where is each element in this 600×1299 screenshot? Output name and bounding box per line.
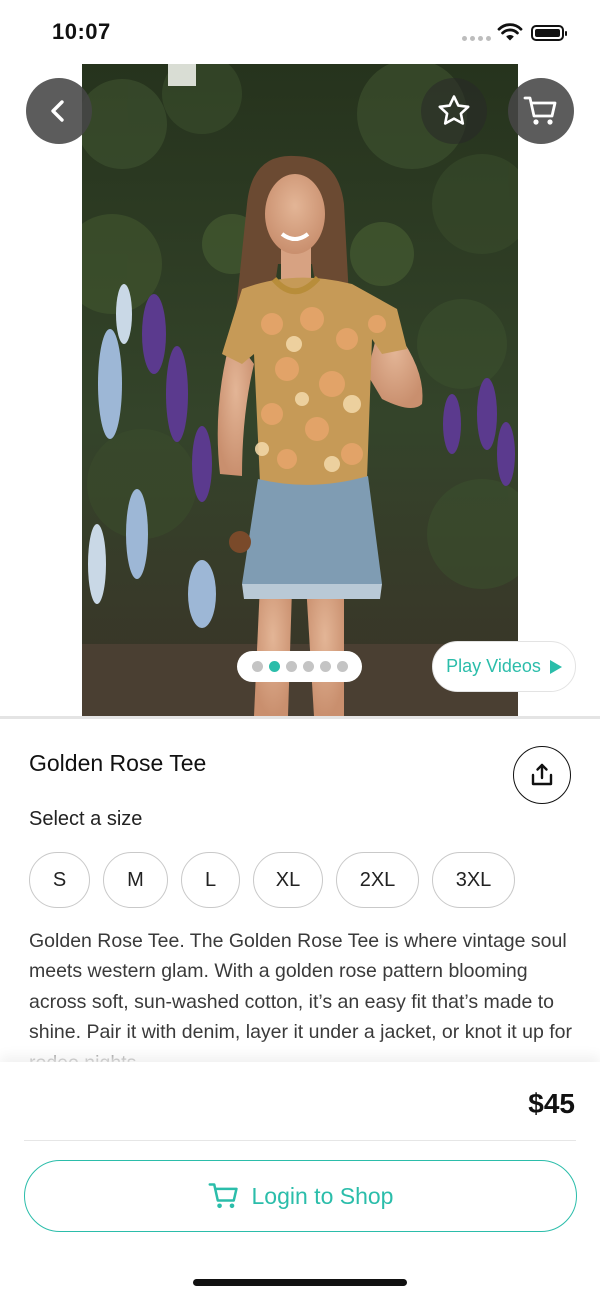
wifi-icon — [497, 23, 523, 41]
size-chip-l[interactable]: L — [181, 852, 240, 908]
price-divider — [24, 1140, 576, 1141]
size-selector: S M L XL 2XL 3XL — [29, 852, 515, 908]
pager-dot[interactable] — [302, 661, 314, 672]
status-time: 10:07 — [52, 19, 111, 44]
size-chip-xl[interactable]: XL — [253, 852, 323, 908]
bottom-action-panel: $45 Login to Shop — [0, 1062, 600, 1299]
signal-dots-icon — [462, 36, 491, 41]
play-icon — [549, 659, 562, 674]
status-bar: 10:07 — [0, 0, 600, 64]
play-videos-label: Play Videos — [446, 656, 541, 676]
home-indicator[interactable] — [193, 1279, 407, 1286]
product-image[interactable] — [82, 64, 518, 716]
image-pager[interactable] — [237, 651, 362, 682]
chevron-left-icon — [51, 100, 64, 122]
cart-button[interactable] — [508, 78, 574, 144]
product-price: $45 — [528, 1088, 575, 1119]
battery-icon — [531, 25, 567, 41]
size-chip-m[interactable]: M — [103, 852, 168, 908]
cart-icon — [208, 1183, 238, 1209]
share-button[interactable] — [513, 746, 571, 804]
product-title: Golden Rose Tee — [29, 750, 207, 776]
favorite-button[interactable] — [421, 78, 487, 144]
pager-dot[interactable] — [285, 661, 297, 672]
size-label: Select a size — [29, 808, 143, 830]
back-button[interactable] — [26, 78, 92, 144]
login-to-shop-button[interactable]: Login to Shop — [24, 1160, 577, 1232]
size-chip-3xl[interactable]: 3XL — [432, 852, 515, 908]
login-to-shop-label: Login to Shop — [251, 1182, 394, 1209]
pager-dot-active[interactable] — [268, 661, 280, 672]
size-chip-s[interactable]: S — [29, 852, 90, 908]
cart-icon — [523, 96, 557, 125]
pager-dot[interactable] — [319, 661, 331, 672]
section-divider — [0, 716, 600, 719]
size-chip-2xl[interactable]: 2XL — [336, 852, 419, 908]
share-icon — [531, 763, 553, 786]
star-icon — [438, 95, 470, 125]
pager-dot[interactable] — [336, 661, 348, 672]
pager-dot[interactable] — [251, 661, 263, 672]
play-videos-button[interactable]: Play Videos — [432, 641, 576, 692]
